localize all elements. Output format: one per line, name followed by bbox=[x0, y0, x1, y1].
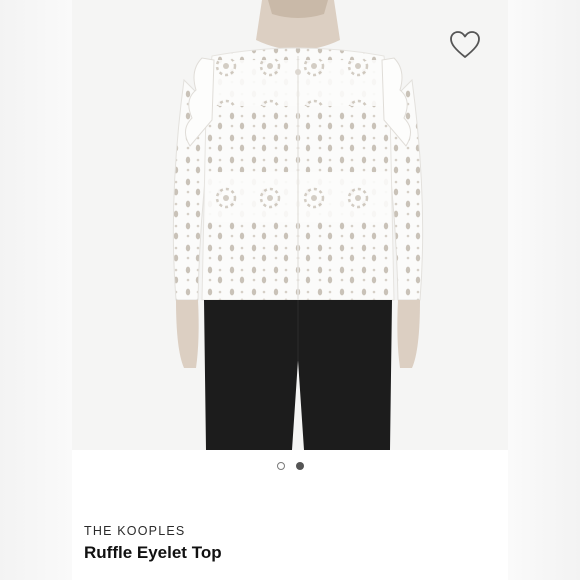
product-photo-illustration bbox=[172, 0, 424, 450]
carousel-indicators bbox=[0, 462, 580, 470]
carousel-dot-1[interactable] bbox=[276, 462, 285, 470]
page-margin-left bbox=[0, 0, 72, 580]
favorite-button[interactable] bbox=[449, 30, 481, 60]
carousel-dot-2[interactable] bbox=[295, 462, 304, 470]
product-brand[interactable]: THE KOOPLES bbox=[84, 524, 185, 538]
heart-outline-icon bbox=[450, 31, 480, 58]
product-title: Ruffle Eyelet Top bbox=[84, 543, 222, 562]
product-image[interactable] bbox=[72, 0, 508, 450]
page-margin-right bbox=[508, 0, 580, 580]
product-card: THE KOOPLES Ruffle Eyelet Top bbox=[0, 0, 580, 580]
